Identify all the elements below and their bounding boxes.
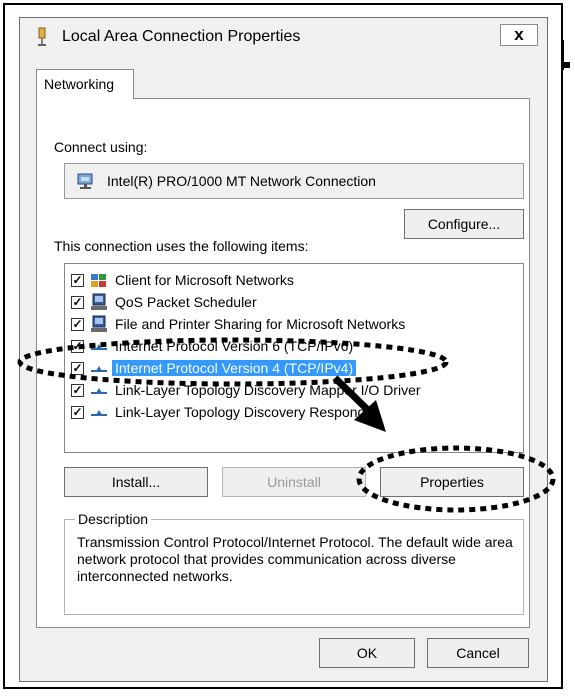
edge-mark <box>562 40 572 70</box>
description-text: Transmission Control Protocol/Internet P… <box>77 534 513 584</box>
install-button[interactable]: Install... <box>64 467 208 497</box>
item-label: File and Printer Sharing for Microsoft N… <box>115 316 406 332</box>
checkbox[interactable]: ✓ <box>71 296 84 309</box>
list-item[interactable]: ✓ Link-Layer Topology Discovery Mapper I… <box>65 380 505 402</box>
connect-using-label: Connect using: <box>54 139 148 155</box>
adapter-name: Intel(R) PRO/1000 MT Network Connection <box>107 173 376 189</box>
item-label: Client for Microsoft Networks <box>115 272 294 288</box>
computer-service-icon <box>91 315 107 332</box>
components-list[interactable]: ✓ Client for Microsoft Networks ✓ QoS Pa… <box>64 263 524 453</box>
item-label: Link-Layer Topology Discovery Responder <box>115 404 378 420</box>
protocol-icon <box>91 366 107 372</box>
tab-networking[interactable]: Networking <box>36 69 134 99</box>
uninstall-button: Uninstall <box>222 467 366 497</box>
network-card-icon <box>77 173 93 189</box>
properties-button[interactable]: Properties <box>380 467 524 497</box>
list-item[interactable]: ✓ QoS Packet Scheduler <box>65 292 505 314</box>
protocol-icon <box>91 410 107 416</box>
configure-button[interactable]: Configure... <box>404 209 524 239</box>
network-client-icon <box>91 274 106 287</box>
description-legend: Description <box>75 511 152 527</box>
ok-button[interactable]: OK <box>319 638 415 668</box>
list-item[interactable]: ✓ Link-Layer Topology Discovery Responde… <box>65 402 505 424</box>
protocol-icon <box>91 344 107 350</box>
list-item[interactable]: ✓ Internet Protocol Version 4 (TCP/IPv4) <box>65 358 505 380</box>
checkbox[interactable]: ✓ <box>71 340 84 353</box>
items-label: This connection uses the following items… <box>54 238 309 254</box>
checkbox[interactable]: ✓ <box>71 362 84 375</box>
item-label: QoS Packet Scheduler <box>115 294 257 310</box>
network-adapter-icon <box>38 27 46 46</box>
computer-service-icon <box>91 293 107 310</box>
description-group: Description Transmission Control Protoco… <box>64 511 524 615</box>
item-label: Link-Layer Topology Discovery Mapper I/O… <box>115 382 421 398</box>
protocol-icon <box>91 388 107 394</box>
close-button[interactable]: x <box>500 24 538 46</box>
adapter-display: Intel(R) PRO/1000 MT Network Connection <box>64 163 524 199</box>
item-label: Internet Protocol Version 6 (TCP/IPv6) <box>115 338 354 354</box>
checkbox[interactable]: ✓ <box>71 318 84 331</box>
title-bar: Local Area Connection Properties x <box>20 18 547 54</box>
properties-dialog: Local Area Connection Properties x Netwo… <box>19 17 548 682</box>
checkbox[interactable]: ✓ <box>71 274 84 287</box>
networking-panel: Connect using: Intel(R) PRO/1000 MT Netw… <box>36 98 530 628</box>
window-title: Local Area Connection Properties <box>62 28 301 45</box>
list-item[interactable]: ✓ Internet Protocol Version 6 (TCP/IPv6) <box>65 336 505 358</box>
item-label: Internet Protocol Version 4 (TCP/IPv4) <box>112 360 357 376</box>
list-item[interactable]: ✓ Client for Microsoft Networks <box>65 270 505 292</box>
checkbox[interactable]: ✓ <box>71 384 84 397</box>
checkbox[interactable]: ✓ <box>71 406 84 419</box>
list-item[interactable]: ✓ File and Printer Sharing for Microsoft… <box>65 314 505 336</box>
cancel-button[interactable]: Cancel <box>427 638 529 668</box>
